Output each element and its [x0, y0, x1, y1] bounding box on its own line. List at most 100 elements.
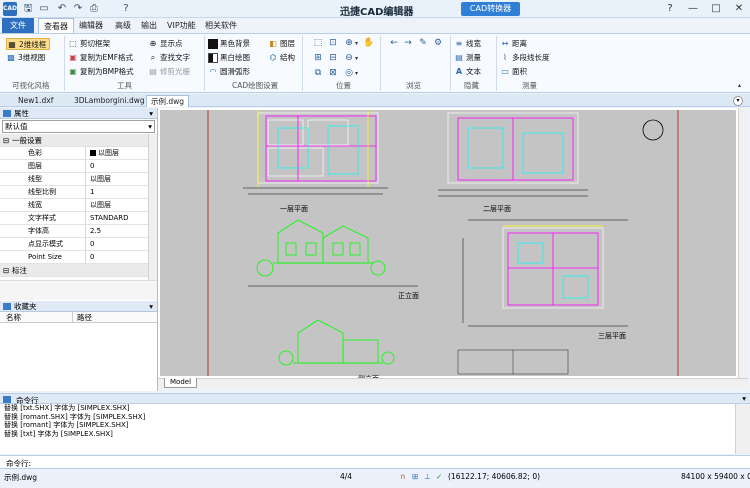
zoom-extents-icon[interactable]: ⊡ [327, 37, 339, 49]
help-icon[interactable]: ? [120, 3, 132, 15]
show-points-button[interactable]: ⊕ 显示点 [148, 38, 183, 50]
maximize-button[interactable]: □ [708, 3, 724, 15]
polyline-icon: ⌇ [503, 53, 507, 62]
save-icon[interactable]: 🖫 [22, 3, 34, 15]
section-general[interactable]: ⊟ 一般设置 [0, 134, 157, 147]
tab-viewer[interactable]: 查看器 [38, 18, 74, 33]
find-text-button[interactable]: ⌕ 查找文字 [148, 52, 190, 64]
copy-bmp-button[interactable]: ▣ 复制为BMP格式 [68, 66, 133, 78]
property-row[interactable]: 色彩 以图层 [0, 147, 157, 160]
ribbon-collapse-icon[interactable]: ▴ [738, 82, 741, 89]
property-row[interactable]: 文字样式 STANDARD [0, 212, 157, 225]
2d-wireframe-button[interactable]: ▦ 2维线框 [6, 38, 51, 50]
property-value: 以图层 [90, 175, 111, 183]
tab-editor[interactable]: 编辑器 [74, 18, 108, 33]
structure-icon: ⌬ [269, 53, 277, 62]
zoom-prev-icon[interactable]: ⊟ [327, 52, 339, 64]
group-label-position: 位置 [336, 81, 351, 90]
zoom-window-icon[interactable]: ⬚ [312, 37, 324, 49]
property-row[interactable]: 字体高 2.5 [0, 225, 157, 238]
measure-hide-button[interactable]: ▤ 测量 [454, 52, 481, 64]
log-line: 替换 [romant] 字体为 [SIMPLEX.SHX] [4, 421, 129, 429]
zoom-out-icon[interactable]: ⊖ [343, 52, 355, 64]
print-icon[interactable]: ⎙ [88, 3, 100, 15]
group-separator [204, 36, 205, 91]
black-background-button[interactable]: 黑色背景 [208, 38, 250, 50]
fit-icon[interactable]: ⊞ [312, 52, 324, 64]
close-tab-icon[interactable]: ▾ [733, 96, 743, 106]
minimize-button[interactable]: — [685, 3, 701, 15]
cad-converter-button[interactable]: CAD转换器 [461, 2, 520, 16]
tab-output[interactable]: 输出 [136, 18, 162, 33]
property-grid: ⊟ 一般设置 色彩 以图层 图层 0 线型 以图层 线型比例 1 线宽 以图层 文字样式 STANDAR… [0, 134, 157, 280]
canvas-vscrollbar[interactable] [738, 108, 748, 378]
command-input[interactable] [40, 457, 745, 467]
pin-icon[interactable]: ▾ [149, 301, 153, 312]
text-button[interactable]: A 文本 [454, 66, 481, 78]
forward-arrow-icon[interactable]: → [402, 37, 414, 49]
command-log-scrollbar[interactable] [735, 404, 750, 454]
property-row[interactable]: 点显示模式 0 [0, 238, 157, 251]
chevron-down-icon[interactable]: ▾ [355, 70, 358, 77]
property-row[interactable]: 图层 0 [0, 160, 157, 173]
copy-emf-button[interactable]: ▣ 复制为EMF格式 [68, 52, 133, 64]
view-icon[interactable]: ⧉ [312, 67, 324, 79]
canvas-hscrollbar[interactable] [158, 378, 748, 388]
app-logo: CAD [3, 2, 17, 16]
grid-icon[interactable]: ⊞ [412, 472, 418, 481]
layers-button[interactable]: ◧ 图层 [268, 38, 295, 50]
property-row[interactable]: 线型 以图层 [0, 173, 157, 186]
help-window-icon[interactable]: ? [662, 3, 678, 15]
bw-drawing-button[interactable]: 黑白绘图 [208, 52, 250, 64]
browse-tool-icon[interactable]: ⚙ [432, 37, 444, 49]
property-filter-dropdown[interactable]: 默认值 ▾ [2, 120, 155, 133]
lineweight-button[interactable]: ≡ 线宽 [454, 38, 481, 50]
col-name[interactable]: 名称 [6, 312, 21, 323]
column-divider [85, 186, 86, 198]
undo-icon[interactable]: ↶ [56, 3, 68, 15]
property-row[interactable]: 线宽 以图层 [0, 199, 157, 212]
back-arrow-icon[interactable]: ← [388, 37, 400, 49]
doc-tab-lamborgini[interactable]: 3DLamborgini.dwg [70, 95, 149, 107]
property-value: 0 [90, 240, 95, 248]
chevron-down-icon[interactable]: ▾ [355, 40, 358, 47]
tab-file[interactable]: 文件 [2, 18, 34, 33]
polyline-length-button[interactable]: ⌇ 多段线长度 [500, 52, 549, 64]
ortho-icon[interactable]: ⊥ [424, 472, 431, 481]
structure-button[interactable]: ⌬ 结构 [268, 52, 296, 64]
property-row[interactable]: Point Size 0 [0, 251, 157, 264]
pin-icon[interactable]: ▾ [742, 394, 746, 403]
clip-frame-icon: ⬚ [69, 39, 77, 48]
redo-icon[interactable]: ↷ [72, 3, 84, 15]
3d-view-button[interactable]: ▩ 3维视图 [6, 52, 45, 64]
pan-hand-icon[interactable]: ✋ [363, 37, 375, 49]
properties-scrollbar[interactable] [148, 134, 157, 280]
pin-icon[interactable]: ▾ [149, 108, 153, 119]
model-tab[interactable]: Model [164, 378, 198, 388]
tab-vip[interactable]: VIP功能 [162, 18, 201, 33]
orbit-icon[interactable]: ◎ [343, 67, 355, 79]
zoom-in-icon[interactable]: ⊕ [343, 37, 355, 49]
browse-edit-icon[interactable]: ✎ [417, 37, 429, 49]
zoom-real-icon[interactable]: ⊠ [327, 67, 339, 79]
osnap-icon[interactable]: ✓ [436, 472, 442, 481]
clip-frame-button[interactable]: ⬚ 剪切框架 [68, 38, 110, 50]
drawing-canvas[interactable]: 一层平面 二层平面 正立面 三层平面 侧立面 Model [158, 108, 748, 388]
close-button[interactable]: ✕ [731, 3, 747, 15]
doc-tab-new1[interactable]: New1.dxf [14, 95, 57, 107]
chevron-down-icon: ▾ [148, 122, 152, 131]
open-icon[interactable]: ▭ [38, 3, 50, 15]
tab-related[interactable]: 相关软件 [200, 18, 242, 33]
layers-icon: ◧ [269, 39, 277, 48]
trim-raster-button[interactable]: ▤ 修剪光栅 [148, 66, 190, 78]
col-path[interactable]: 路径 [72, 312, 92, 323]
doc-tab-example[interactable]: 示例.dwg [146, 95, 190, 107]
property-row[interactable]: 线型比例 1 [0, 186, 157, 199]
smooth-arc-button[interactable]: ◠ 圆滑弧形 [208, 66, 251, 78]
tab-advanced[interactable]: 高级 [110, 18, 136, 33]
snap-icon[interactable]: ∩ [400, 472, 406, 481]
section-annotation[interactable]: ⊟ 标注 [0, 264, 157, 277]
chevron-down-icon[interactable]: ▾ [355, 55, 358, 62]
area-button[interactable]: ▭ 面积 [500, 66, 527, 78]
distance-button[interactable]: ↔ 距离 [500, 38, 527, 50]
